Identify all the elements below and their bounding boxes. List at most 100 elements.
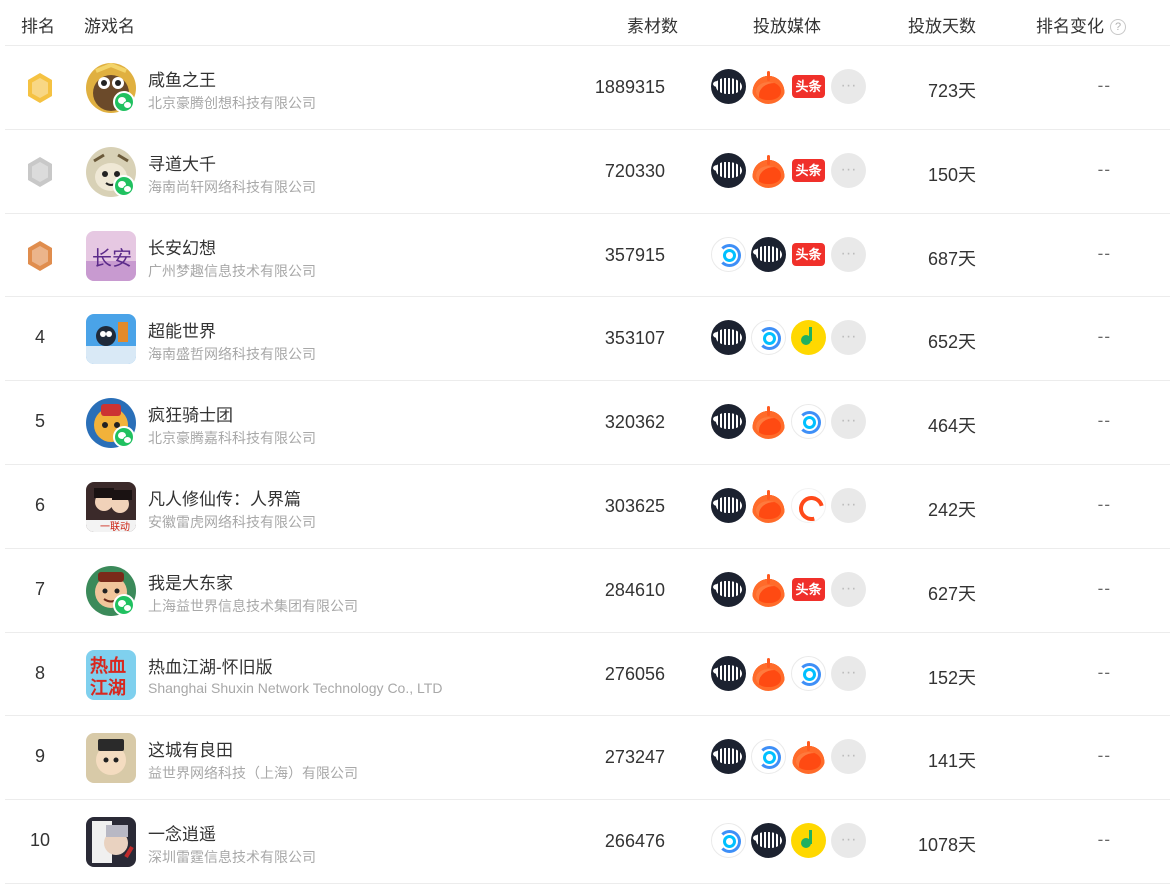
tencent-icon xyxy=(751,320,786,356)
material-count: 320362 xyxy=(604,412,665,433)
more-icon[interactable]: ··· xyxy=(831,655,866,691)
game-company: 北京豪腾创想科技有限公司 xyxy=(148,95,316,111)
more-icon[interactable]: ··· xyxy=(831,823,866,859)
media-list: ··· xyxy=(711,655,866,692)
table-row[interactable]: 10 一念逍遥 深圳雷霆信息技术有限公司 266476 ··· 1078天 -- xyxy=(5,800,1170,884)
kuaishou-icon xyxy=(751,655,786,691)
table-row[interactable]: 8 热血 江湖 热血江湖-怀旧版 Shanghai Shuxin Network Tec… xyxy=(5,633,1170,717)
tencent-icon xyxy=(751,739,786,775)
wechat-icon xyxy=(113,174,135,197)
media-list: ··· xyxy=(711,320,866,356)
game-title[interactable]: 超能世界 xyxy=(148,317,216,342)
tencent-icon xyxy=(791,404,826,440)
game-company: 广州梦趣信息技术有限公司 xyxy=(148,262,316,279)
kuaishou-icon xyxy=(751,69,786,104)
media-list: ··· xyxy=(711,487,866,524)
more-icon[interactable]: ··· xyxy=(831,69,866,104)
more-icon[interactable]: ··· xyxy=(831,236,866,272)
table-row[interactable]: 长安 长安幻想 广州梦趣信息技术有限公司 357915 头条 ··· 687天 -- xyxy=(5,214,1170,298)
media-list: 头条 ··· xyxy=(711,69,866,105)
pangle-icon xyxy=(751,236,786,272)
vivo-icon xyxy=(791,487,826,523)
pangle-icon xyxy=(711,404,746,440)
toutiao-icon: 头条 xyxy=(791,236,826,272)
game-title[interactable]: 一念逍遥 xyxy=(148,820,216,845)
rank-change: -- xyxy=(1097,159,1111,179)
table-row[interactable]: 7 我是大东家 上海益世界信息技术集团有限公司 284610 头条 ··· 627天 -- xyxy=(5,549,1170,633)
material-count: 266476 xyxy=(604,831,665,852)
delivery-days: 152天 xyxy=(927,667,976,688)
delivery-days: 1078天 xyxy=(917,835,976,856)
tencent-icon xyxy=(711,823,746,859)
game-icon[interactable] xyxy=(86,314,136,365)
table-row[interactable]: 6 一联动 凡人修仙传：人界篇 安徽雷虎网络科技有限公司 303625 ··· 242天 -- xyxy=(5,465,1170,549)
media-list: 头条 ··· xyxy=(711,152,866,189)
more-icon[interactable]: ··· xyxy=(831,404,866,440)
game-icon[interactable]: 热血 江湖 xyxy=(86,649,136,700)
header-days[interactable]: 投放天数 xyxy=(908,12,976,37)
game-title[interactable]: 疯狂骑士团 xyxy=(148,401,233,426)
wechat-icon xyxy=(113,593,135,616)
rank-number: 7 xyxy=(34,578,45,599)
header-rank[interactable]: 排名 xyxy=(21,12,55,37)
more-icon[interactable]: ··· xyxy=(831,571,866,607)
game-company: 海南盛哲网络科技有限公司 xyxy=(148,346,316,363)
header-game[interactable]: 游戏名 xyxy=(84,12,135,37)
header-count[interactable]: 素材数 xyxy=(627,12,678,37)
rank-change: -- xyxy=(1097,494,1111,514)
game-icon[interactable]: 一联动 xyxy=(86,481,136,532)
qqmusic-icon xyxy=(791,320,826,356)
game-icon[interactable]: 长安 xyxy=(86,230,136,281)
delivery-days: 687天 xyxy=(927,248,976,269)
game-company: Shanghai Shuxin Network Technology Co., … xyxy=(148,679,443,696)
rank-change: -- xyxy=(1097,578,1111,598)
more-icon[interactable]: ··· xyxy=(831,487,866,523)
game-title[interactable]: 这城有良田 xyxy=(148,736,233,761)
delivery-days: 464天 xyxy=(927,416,976,437)
ranking-table: 排名 游戏名 素材数 投放媒体 投放天数 排名变化? 咸鱼之王北京豪腾创想科技有… xyxy=(5,0,1170,884)
wechat-icon xyxy=(113,91,135,113)
game-title[interactable]: 凡人修仙传：人界篇 xyxy=(148,485,301,510)
game-title[interactable]: 热血江湖-怀旧版 xyxy=(148,653,273,678)
more-icon[interactable]: ··· xyxy=(831,739,866,775)
game-company: 深圳雷霆信息技术有限公司 xyxy=(148,849,316,866)
rank-change: -- xyxy=(1097,662,1111,682)
header-change[interactable]: 排名变化? xyxy=(1036,12,1126,37)
table-header: 排名 游戏名 素材数 投放媒体 投放天数 排名变化? xyxy=(5,0,1170,46)
header-media[interactable]: 投放媒体 xyxy=(753,12,821,37)
tencent-icon xyxy=(791,655,826,691)
more-icon[interactable]: ··· xyxy=(831,152,866,188)
table-row[interactable]: 4 超能世界 海南盛哲网络科技有限公司 353107 ··· 652天 -- xyxy=(5,297,1170,382)
toutiao-icon: 头条 xyxy=(791,571,826,607)
media-list: 头条 ··· xyxy=(711,236,866,273)
table-row[interactable]: 9 这城有良田 益世界网络科技（上海）有限公司 273247 ··· 141天 -- xyxy=(5,716,1170,801)
delivery-days: 242天 xyxy=(927,499,976,520)
game-icon[interactable] xyxy=(86,733,136,784)
help-icon[interactable]: ? xyxy=(1110,19,1126,35)
delivery-days: 627天 xyxy=(927,583,976,604)
more-icon[interactable]: ··· xyxy=(831,320,866,356)
table-row[interactable]: 5 疯狂骑士团 北京豪腾嘉科科技有限公司 320362 ··· 464天 -- xyxy=(5,381,1170,465)
game-title[interactable]: 寻道大千 xyxy=(148,150,216,175)
kuaishou-icon xyxy=(791,739,826,775)
game-title[interactable]: 咸鱼之王 xyxy=(148,66,216,91)
pangle-icon xyxy=(711,739,746,775)
kuaishou-icon xyxy=(751,571,786,607)
game-title[interactable]: 我是大东家 xyxy=(148,569,233,594)
media-list: 头条 ··· xyxy=(711,571,866,608)
table-body: 咸鱼之王 北京豪腾创想科技有限公司 1889315 头条 ··· 723天 -- 寻道大千 海南… xyxy=(5,46,1170,884)
material-count: 276056 xyxy=(604,663,665,684)
medal-gold-icon xyxy=(26,72,54,104)
material-count: 353107 xyxy=(604,328,665,349)
pangle-icon xyxy=(711,69,746,104)
kuaishou-icon xyxy=(751,152,786,188)
delivery-days: 150天 xyxy=(927,164,976,185)
game-icon[interactable] xyxy=(86,817,136,868)
game-company: 安徽雷虎网络科技有限公司 xyxy=(148,513,316,530)
game-company: 上海益世界信息技术集团有限公司 xyxy=(148,597,358,614)
tencent-icon xyxy=(711,236,746,272)
table-row[interactable]: 寻道大千 海南尚轩网络科技有限公司 720330 头条 ··· 150天 -- xyxy=(5,130,1170,214)
table-row[interactable]: 咸鱼之王 北京豪腾创想科技有限公司 1889315 头条 ··· 723天 -- xyxy=(5,46,1170,130)
game-title[interactable]: 长安幻想 xyxy=(148,234,216,259)
qqmusic-icon xyxy=(791,823,826,859)
